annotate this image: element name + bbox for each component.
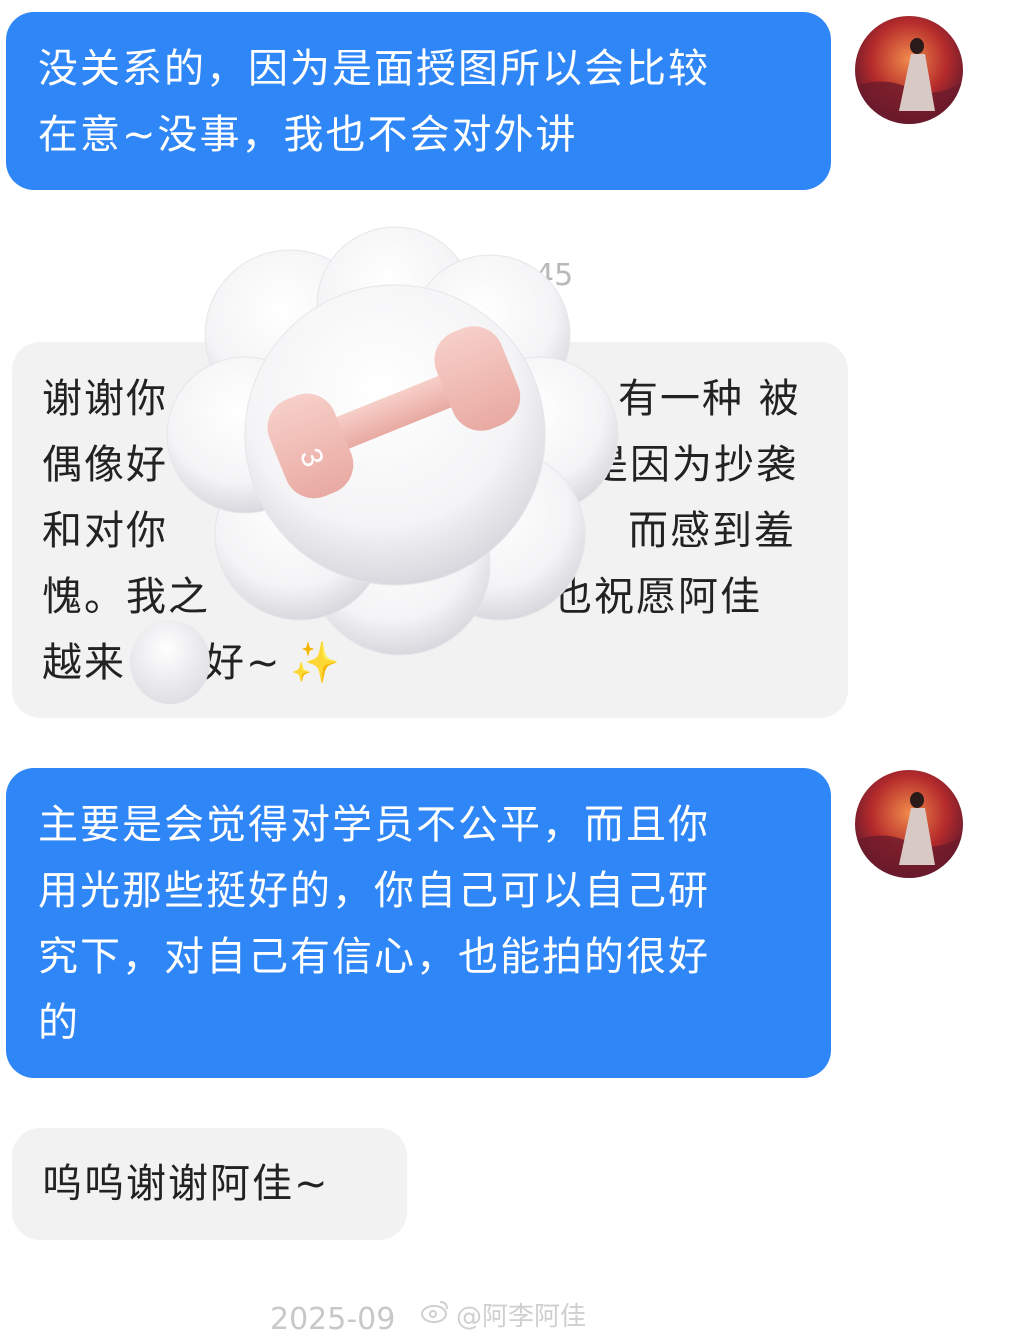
incoming-message-bubble[interactable]: 呜呜谢谢阿佳~ <box>12 1128 407 1240</box>
message-fragment: 越来 <box>42 640 126 686</box>
message-fragment: 而感到羞 <box>628 508 796 554</box>
timestamp: 2025-09 <box>270 1302 396 1337</box>
avatar-image-icon <box>855 16 963 124</box>
avatar-image-icon <box>855 770 963 878</box>
outgoing-message-bubble[interactable]: 主要是会觉得对学员不公平，而且你 用光那些挺好的，你自己可以自己研 究下，对自己… <box>6 768 831 1078</box>
message-fragment: 谢谢你 <box>42 376 168 422</box>
user-avatar[interactable] <box>855 770 963 878</box>
outgoing-message-bubble[interactable]: 没关系的，因为是面授图所以会比较 在意~没事，我也不会对外讲 <box>6 12 831 190</box>
user-avatar[interactable] <box>855 16 963 124</box>
weibo-logo-icon <box>420 1298 450 1331</box>
cloud-puff-icon <box>130 620 210 704</box>
watermark-text: @阿李阿佳 <box>456 1302 587 1332</box>
message-fragment: 有一种 被 <box>618 376 801 422</box>
message-fragment: 和对你 <box>42 508 168 554</box>
watermark: @阿李阿佳 <box>420 1296 586 1333</box>
message-fragment: 偶像好 <box>42 442 168 488</box>
cloud-dumbbell-sticker-icon: 3 <box>166 226 619 656</box>
